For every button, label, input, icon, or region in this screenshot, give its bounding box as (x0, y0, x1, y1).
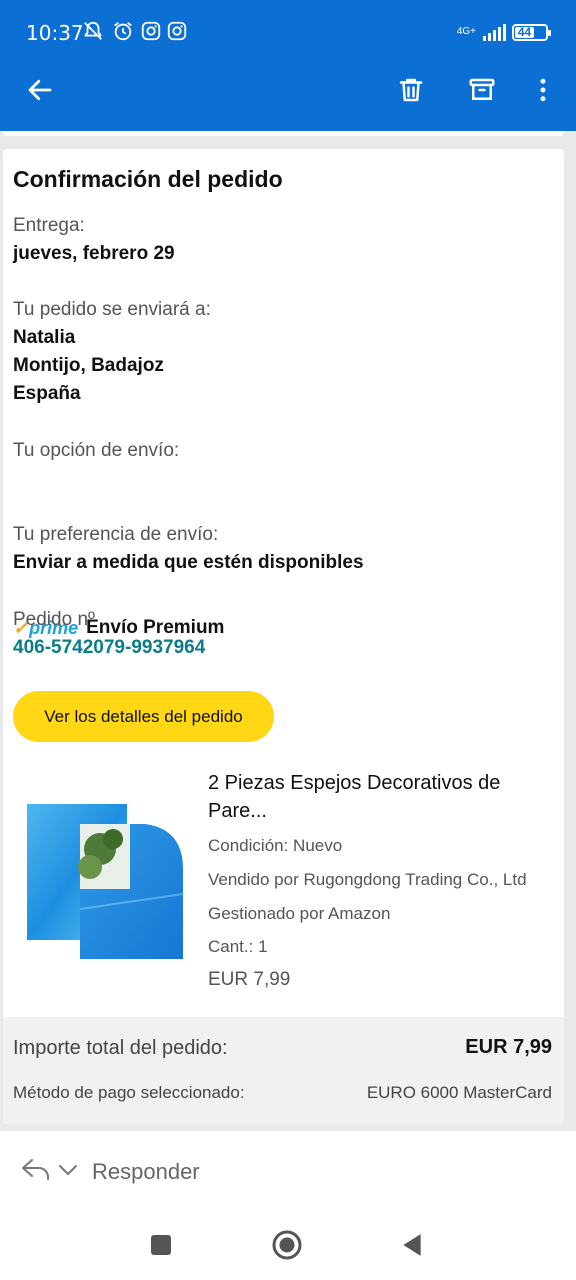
ship-to-name: Natalia (13, 327, 76, 348)
reply-icon[interactable] (20, 1156, 52, 1182)
order-totals: Importe total del pedido: EUR 7,99 Métod… (3, 1017, 564, 1124)
instagram-icon (141, 21, 161, 41)
back-button[interactable] (18, 68, 62, 112)
ship-to-country: España (13, 383, 81, 404)
app-header: 10:37 4G+ 44 (0, 0, 576, 131)
alarm-icon (114, 22, 132, 41)
total-label: Importe total del pedido: (13, 1037, 228, 1059)
delivery-label: Entrega: (13, 215, 85, 236)
more-vert-icon (540, 78, 546, 102)
product-condition: Condición: Nuevo (208, 836, 343, 855)
payment-value: EURO 6000 MasterCard (366, 1083, 552, 1102)
ship-to-city: Montijo, Badajoz (13, 355, 164, 376)
product-quantity: Cant.: 1 (208, 937, 268, 956)
total-value: EUR 7,99 (465, 1036, 552, 1058)
reply-bar: Responder (0, 1131, 576, 1211)
battery-icon: 44 (512, 23, 551, 41)
archive-button[interactable] (460, 68, 504, 112)
product-seller: Vendido por Rugongdong Trading Co., Ltd (208, 870, 527, 889)
battery-level: 44 (515, 25, 534, 39)
order-number-link[interactable]: 406-5742079-9937964 (13, 637, 205, 659)
status-time: 10:37 (26, 21, 84, 45)
payment-label: Método de pago seleccionado: (13, 1083, 245, 1102)
delivery-value: jueves, febrero 29 (13, 243, 175, 264)
chevron-down-icon[interactable] (57, 1161, 79, 1179)
recents-button[interactable] (143, 1227, 179, 1263)
home-button[interactable] (269, 1227, 305, 1263)
square-icon (151, 1235, 171, 1255)
product-price: EUR 7,99 (208, 969, 291, 990)
archive-icon (469, 78, 495, 100)
shipping-pref-value: Enviar a medida que estén disponibles (13, 552, 364, 573)
previous-card-edge (0, 131, 576, 139)
status-bar: 10:37 4G+ 44 (0, 0, 576, 64)
ship-to-label: Tu pedido se enviará a: (13, 299, 211, 320)
back-nav-button[interactable] (394, 1227, 430, 1263)
reply-button[interactable]: Responder (92, 1159, 200, 1185)
shipping-option-value: Envío Premium (86, 617, 225, 638)
arrow-left-icon (28, 79, 52, 101)
home-circle-icon (272, 1230, 302, 1260)
notifications-off-icon (84, 21, 102, 40)
instagram-icon (167, 21, 187, 41)
more-options-button[interactable] (521, 68, 565, 112)
order-label: Pedido nº (13, 609, 95, 630)
previous-card-bottom (3, 131, 564, 136)
system-nav-bar (0, 1211, 576, 1280)
delete-button[interactable] (389, 68, 433, 112)
email-title: Confirmación del pedido (13, 166, 283, 192)
delete-icon (399, 78, 423, 102)
product-image[interactable] (25, 799, 185, 964)
status-right: 4G+ 44 (456, 20, 551, 44)
product-fulfilled-by: Gestionado por Amazon (208, 904, 391, 923)
shipping-pref-label: Tu preferencia de envío: (13, 524, 219, 545)
product-title-link[interactable]: 2 Piezas Espejos Decorativos de Pare... (208, 769, 553, 825)
network-type: 4G+ (456, 26, 476, 37)
order-confirmation-card: Confirmación del pedido Entrega: jueves,… (3, 149, 564, 1124)
triangle-back-icon (403, 1234, 421, 1256)
shipping-option-label: Tu opción de envío: (13, 440, 180, 461)
order-details-button[interactable]: Ver los detalles del pedido (13, 691, 274, 742)
signal-icon (483, 24, 506, 41)
